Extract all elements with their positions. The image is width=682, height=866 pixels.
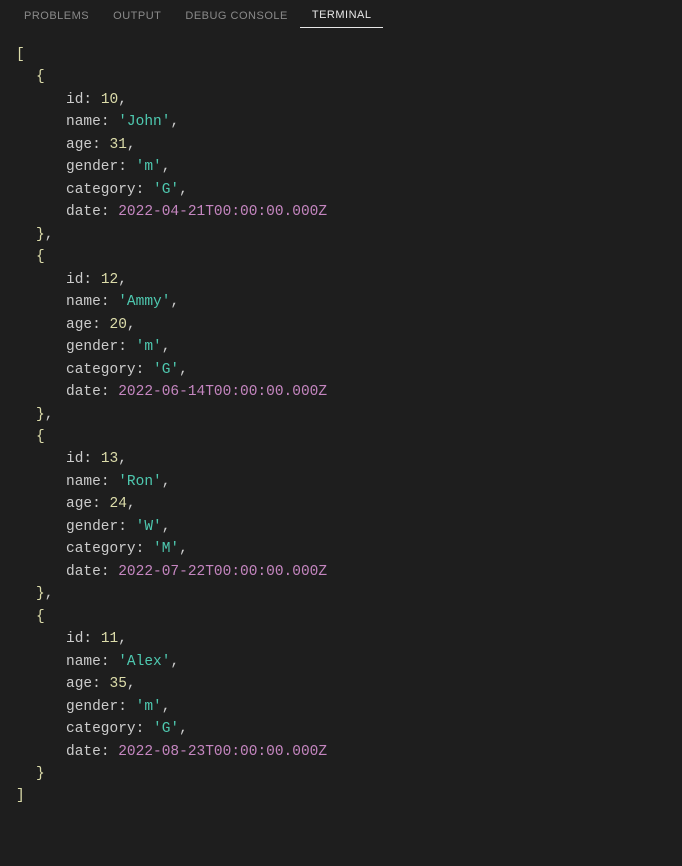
panel-tabs: PROBLEMS OUTPUT DEBUG CONSOLE TERMINAL xyxy=(0,0,682,32)
array-open: [ xyxy=(16,44,666,66)
object-open: { xyxy=(16,66,666,88)
prop-gender: gender: 'm', xyxy=(16,696,666,718)
prop-gender: gender: 'W', xyxy=(16,516,666,538)
prop-category: category: 'G', xyxy=(16,359,666,381)
array-close: ] xyxy=(16,785,666,807)
prop-id: id: 10, xyxy=(16,89,666,111)
prop-category: category: 'G', xyxy=(16,179,666,201)
object-open: { xyxy=(16,426,666,448)
object-close: }, xyxy=(16,583,666,605)
tab-debug-console[interactable]: DEBUG CONSOLE xyxy=(173,4,299,28)
prop-date: date: 2022-06-14T00:00:00.000Z xyxy=(16,381,666,403)
object-close: }, xyxy=(16,404,666,426)
prop-date: date: 2022-08-23T00:00:00.000Z xyxy=(16,741,666,763)
prop-age: age: 24, xyxy=(16,493,666,515)
prop-age: age: 35, xyxy=(16,673,666,695)
tab-terminal[interactable]: TERMINAL xyxy=(300,3,384,28)
prop-id: id: 12, xyxy=(16,269,666,291)
prop-date: date: 2022-04-21T00:00:00.000Z xyxy=(16,201,666,223)
prop-category: category: 'G', xyxy=(16,718,666,740)
prop-age: age: 31, xyxy=(16,134,666,156)
object-close: }, xyxy=(16,224,666,246)
prop-id: id: 13, xyxy=(16,448,666,470)
prop-category: category: 'M', xyxy=(16,538,666,560)
prop-gender: gender: 'm', xyxy=(16,156,666,178)
prop-gender: gender: 'm', xyxy=(16,336,666,358)
terminal-output[interactable]: [ { id: 10, name: 'John', age: 31, gende… xyxy=(0,32,682,820)
prop-id: id: 11, xyxy=(16,628,666,650)
object-close: } xyxy=(16,763,666,785)
prop-name: name: 'John', xyxy=(16,111,666,133)
prop-name: name: 'Alex', xyxy=(16,651,666,673)
prop-name: name: 'Ammy', xyxy=(16,291,666,313)
prop-name: name: 'Ron', xyxy=(16,471,666,493)
prop-date: date: 2022-07-22T00:00:00.000Z xyxy=(16,561,666,583)
tab-problems[interactable]: PROBLEMS xyxy=(12,4,101,28)
object-open: { xyxy=(16,606,666,628)
tab-output[interactable]: OUTPUT xyxy=(101,4,173,28)
object-open: { xyxy=(16,246,666,268)
prop-age: age: 20, xyxy=(16,314,666,336)
